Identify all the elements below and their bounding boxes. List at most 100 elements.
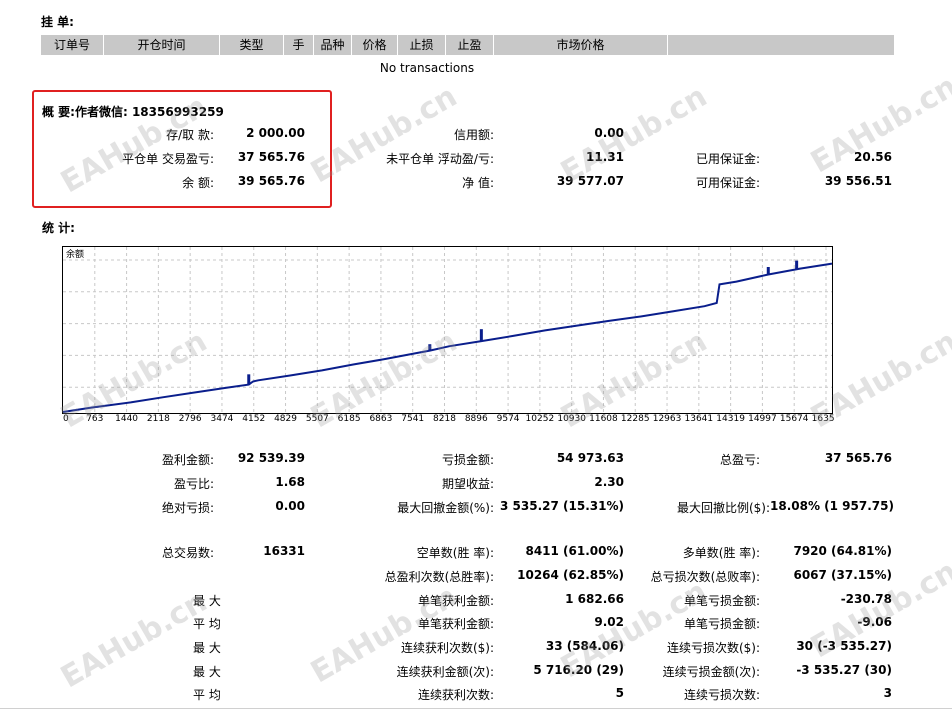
short-trades-value: 8411 (61.00%) xyxy=(525,544,624,558)
max-consec-loss-label: 连续亏损金额(次): xyxy=(662,665,760,679)
x-tick-label: 3474 xyxy=(211,414,234,422)
avg-loss-label: 单笔亏损金额: xyxy=(683,617,760,631)
plot-frame xyxy=(62,246,833,414)
largest-loss-label: 单笔亏损金额: xyxy=(683,594,760,608)
loss-trades-value: 6067 (37.15%) xyxy=(793,568,892,582)
x-tick-label: 763 xyxy=(86,414,103,422)
x-tick-label: 5507 xyxy=(306,414,329,422)
col-order-id: 订单号 xyxy=(41,35,104,55)
avg-loss-value: -9.06 xyxy=(857,615,892,629)
x-tick-label: 6185 xyxy=(338,414,361,422)
x-tick-label: 12963 xyxy=(653,414,682,422)
margin-value: 20.56 xyxy=(854,150,892,164)
max-consec-profit-label: 连续获利金额(次): xyxy=(396,665,494,679)
top-edge xyxy=(0,0,952,2)
deposit-label: 存/取 款: xyxy=(166,128,214,142)
largest-loss-value: -230.78 xyxy=(840,592,892,606)
long-trades-label: 多单数(胜 率): xyxy=(682,546,760,560)
x-tick-label: 11608 xyxy=(589,414,618,422)
max-label-3: 最 大 xyxy=(193,665,221,679)
gross-profit-value: 92 539.39 xyxy=(237,451,305,465)
avg-profit-value: 9.02 xyxy=(594,615,624,629)
profit-factor-value: 1.68 xyxy=(275,475,305,489)
gross-loss-value: 54 973.63 xyxy=(556,451,624,465)
x-tick-label: 1440 xyxy=(115,414,138,422)
x-tick-label: 12285 xyxy=(621,414,650,422)
max-drawdown-label: 最大回撤金额(%): xyxy=(397,501,494,515)
col-blank xyxy=(668,35,894,55)
max-consec-profit-value: 5 716.20 (29) xyxy=(533,663,624,677)
balance-label: 余 额: xyxy=(182,176,214,190)
expected-payoff-label: 期望收益: xyxy=(441,477,494,491)
max-consec-losses-label: 连续亏损次数($): xyxy=(666,641,760,655)
closed-pl-value: 37 565.76 xyxy=(237,150,305,164)
rel-drawdown-label: 最大回撤比例($): xyxy=(676,501,770,515)
x-tick-label: 14997 xyxy=(748,414,777,422)
x-tick-label: 7541 xyxy=(401,414,424,422)
col-tp: 止盈 xyxy=(446,35,494,55)
col-open-time: 开仓时间 xyxy=(104,35,220,55)
x-tick-label: 14319 xyxy=(716,414,745,422)
balance-value: 39 565.76 xyxy=(237,174,305,188)
avg-consec-wins-value: 5 xyxy=(615,686,624,700)
gross-profit-label: 盈利金额: xyxy=(161,453,214,467)
x-tick-label: 10252 xyxy=(526,414,555,422)
x-tick-label: 8218 xyxy=(433,414,456,422)
x-tick-label: 16352 xyxy=(812,414,834,422)
largest-profit-label: 单笔获利金额: xyxy=(417,594,494,608)
chart-title: 余额 xyxy=(66,248,84,260)
no-transactions-text: No transactions xyxy=(379,61,475,75)
floating-pl-value: 11.31 xyxy=(586,150,624,164)
col-price: 价格 xyxy=(352,35,398,55)
abs-drawdown-label: 绝对亏损: xyxy=(161,501,214,515)
col-market-price: 市场价格 xyxy=(494,35,668,55)
total-net-value: 37 565.76 xyxy=(824,451,892,465)
avg-label-2: 平 均 xyxy=(193,688,221,702)
page-bottom-divider xyxy=(0,708,952,709)
avg-profit-label: 单笔获利金额: xyxy=(417,617,494,631)
floating-pl-label: 未平仓单 浮动盈/亏: xyxy=(386,152,494,166)
max-drawdown-value: 3 535.27 (15.31%) xyxy=(500,499,624,513)
total-net-label: 总盈亏: xyxy=(719,453,760,467)
stats-title: 统 计: xyxy=(42,221,75,235)
rel-drawdown-value: 18.08% (1 957.75) xyxy=(770,499,894,513)
max-label-2: 最 大 xyxy=(193,641,221,655)
x-tick-label: 13641 xyxy=(685,414,714,422)
abs-drawdown-value: 0.00 xyxy=(275,499,305,513)
free-margin-value: 39 556.51 xyxy=(824,174,892,188)
long-trades-value: 7920 (64.81%) xyxy=(793,544,892,558)
x-tick-label: 9574 xyxy=(497,414,520,422)
col-type: 类型 xyxy=(220,35,284,55)
avg-consec-wins-label: 连续获利次数: xyxy=(417,688,494,702)
free-margin-label: 可用保证金: xyxy=(695,176,760,190)
total-trades-value: 16331 xyxy=(263,544,305,558)
col-sl: 止损 xyxy=(398,35,446,55)
x-tick-label: 10930 xyxy=(557,414,586,422)
max-consec-loss-value: -3 535.27 (30) xyxy=(796,663,892,677)
balance-chart-svg: 0 763 1440 2118 2796 3474 4152 4829 5507 6185 6863… xyxy=(62,246,834,422)
x-tick-label: 8896 xyxy=(465,414,488,422)
margin-label: 已用保证金: xyxy=(695,152,760,166)
expected-payoff-value: 2.30 xyxy=(594,475,624,489)
equity-label: 净 值: xyxy=(462,176,494,190)
max-label-1: 最 大 xyxy=(193,594,221,608)
x-tick-label: 6863 xyxy=(369,414,392,422)
orders-table-header: 订单号 开仓时间 类型 手 品种 价格 止损 止盈 市场价格 xyxy=(41,35,894,55)
max-consec-wins-value: 33 (584.06) xyxy=(545,639,624,653)
gross-loss-label: 亏损金额: xyxy=(441,453,494,467)
credit-label: 信用额: xyxy=(453,128,494,142)
balance-chart: 0 763 1440 2118 2796 3474 4152 4829 5507 6185 6863… xyxy=(62,246,834,422)
summary-title: 概 要:作者微信: 18356993259 xyxy=(42,105,224,119)
total-trades-label: 总交易数: xyxy=(161,546,214,560)
closed-pl-label: 平仓单 交易盈亏: xyxy=(122,152,214,166)
x-tick-label: 15674 xyxy=(780,414,809,422)
short-trades-label: 空单数(胜 率): xyxy=(416,546,494,560)
watermark: EAHub.cn xyxy=(55,583,213,696)
col-symbol: 品种 xyxy=(314,35,352,55)
avg-label-1: 平 均 xyxy=(193,617,221,631)
max-consec-wins-label: 连续获利次数($): xyxy=(400,641,494,655)
x-tick-label: 4152 xyxy=(242,414,265,422)
x-tick-label: 4829 xyxy=(274,414,297,422)
profit-trades-label: 总盈利次数(总胜率): xyxy=(384,570,494,584)
pending-orders-title: 挂 单: xyxy=(41,15,74,29)
